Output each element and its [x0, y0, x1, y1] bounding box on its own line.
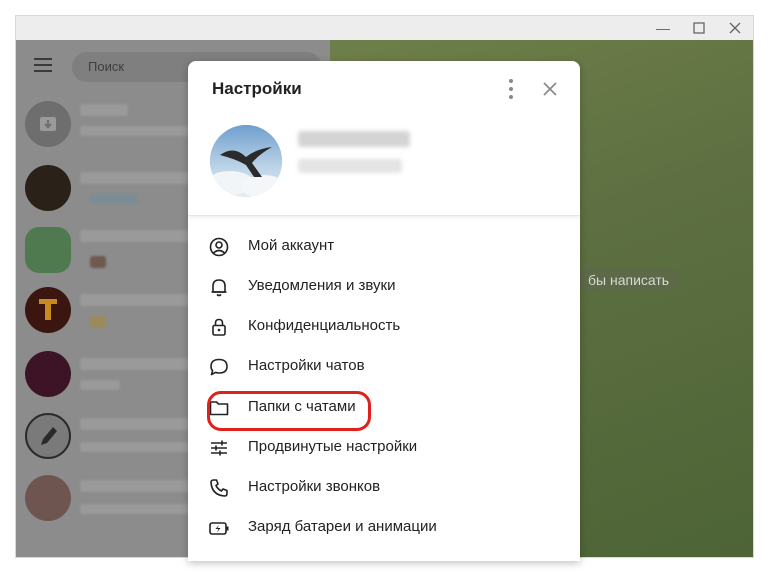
close-window-icon[interactable] [717, 16, 753, 40]
pencil-icon [25, 413, 71, 459]
avatar [25, 165, 71, 211]
maximize-icon[interactable] [681, 16, 717, 40]
search-placeholder: Поиск [88, 59, 125, 74]
avatar [25, 475, 71, 521]
menu-label: Настройки чатов [248, 357, 365, 374]
menu-item-call-settings[interactable]: Настройки звонков [188, 467, 580, 507]
menu-label: Конфиденциальность [248, 317, 401, 334]
settings-dialog: Настройки Мой аккаунт Уведомления и звук… [188, 61, 580, 561]
avatar [25, 227, 71, 273]
menu-item-notifications[interactable]: Уведомления и звуки [188, 266, 580, 306]
annotation-highlight [207, 391, 371, 431]
settings-title: Настройки [212, 79, 302, 98]
account-circle-icon [208, 236, 230, 258]
close-icon[interactable] [540, 79, 560, 99]
menu-label: Мой аккаунт [248, 237, 335, 254]
menu-label: Настройки звонков [248, 478, 381, 495]
menu-label: Уведомления и звуки [248, 277, 396, 294]
minimize-icon[interactable]: — [645, 16, 681, 40]
menu-item-my-account[interactable]: Мой аккаунт [188, 226, 580, 266]
lock-icon [208, 316, 230, 338]
avatar [25, 351, 71, 397]
menu-label: Продвинутые настройки [248, 438, 418, 455]
menu-item-advanced-settings[interactable]: Продвинутые настройки [188, 427, 580, 467]
profile-name-redacted [298, 131, 410, 147]
archive-icon [25, 101, 71, 147]
avatar [25, 287, 71, 333]
menu-item-privacy[interactable]: Конфиденциальность [188, 306, 580, 346]
sliders-icon [208, 437, 230, 459]
profile-section[interactable] [188, 117, 580, 216]
menu-item-battery-animation[interactable]: Заряд батареи и анимации [188, 507, 580, 547]
menu-label: Заряд батареи и анимации [248, 518, 437, 535]
window-titlebar: — [16, 16, 753, 40]
avatar[interactable] [210, 125, 282, 197]
menu-item-chat-settings[interactable]: Настройки чатов [188, 346, 580, 386]
phone-icon [208, 477, 230, 499]
more-options-icon[interactable] [504, 79, 518, 99]
chat-bubble-icon [208, 356, 230, 378]
battery-icon [208, 517, 230, 539]
profile-phone-redacted [298, 159, 402, 173]
bell-icon [208, 276, 230, 298]
select-chat-hint: бы написать [576, 268, 682, 292]
menu-icon[interactable] [34, 58, 52, 72]
